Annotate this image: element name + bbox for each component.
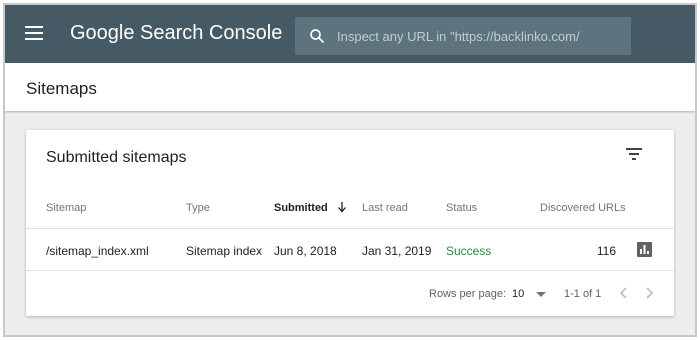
menu-icon[interactable] xyxy=(25,26,43,40)
column-header-submitted-label: Submitted xyxy=(274,202,328,214)
chevron-left-icon[interactable] xyxy=(616,284,632,302)
column-header-discovered-urls[interactable]: Discovered URLs xyxy=(540,202,626,214)
chevron-right-icon[interactable] xyxy=(641,284,657,302)
filter-icon[interactable] xyxy=(626,147,644,161)
url-inspect-search-box[interactable] xyxy=(295,17,631,55)
column-header-type[interactable]: Type xyxy=(186,202,210,214)
header-divider xyxy=(26,228,674,229)
rows-per-page-label: Rows per page: xyxy=(429,288,507,300)
column-header-sitemap[interactable]: Sitemap xyxy=(46,202,86,214)
bar-chart-icon[interactable] xyxy=(637,242,652,257)
cell-last-read: Jan 31, 2019 xyxy=(362,244,432,258)
cell-type: Sitemap index xyxy=(186,244,263,258)
page-title: Sitemaps xyxy=(26,79,97,98)
page-header: Sitemaps xyxy=(5,63,695,111)
submitted-sitemaps-card: Submitted sitemaps Sitemap Type Submitte… xyxy=(26,130,674,316)
rows-per-page-select[interactable]: 10 xyxy=(512,286,550,302)
top-app-bar: Google Search Console xyxy=(5,5,695,63)
cell-submitted: Jun 8, 2018 xyxy=(274,244,337,258)
column-header-last-read[interactable]: Last read xyxy=(362,202,408,214)
status-badge: Success xyxy=(446,244,492,258)
row-divider xyxy=(26,270,674,271)
dropdown-arrow-icon xyxy=(536,292,546,297)
column-header-status[interactable]: Status xyxy=(446,202,477,214)
screenshot-frame: Google Search Console Sitemaps Submitted… xyxy=(3,3,697,337)
search-icon xyxy=(310,29,324,43)
column-header-submitted[interactable]: Submitted xyxy=(274,201,347,214)
sort-down-arrow-icon xyxy=(337,201,346,213)
pagination-range: 1-1 of 1 xyxy=(564,288,602,300)
card-title: Submitted sitemaps xyxy=(46,149,187,166)
cell-discovered-urls: 116 xyxy=(596,244,616,258)
url-inspect-input[interactable] xyxy=(337,17,627,55)
rows-per-page-value: 10 xyxy=(512,288,525,300)
cell-sitemap[interactable]: /sitemap_index.xml xyxy=(46,244,149,258)
product-title: Google Search Console xyxy=(70,22,283,44)
